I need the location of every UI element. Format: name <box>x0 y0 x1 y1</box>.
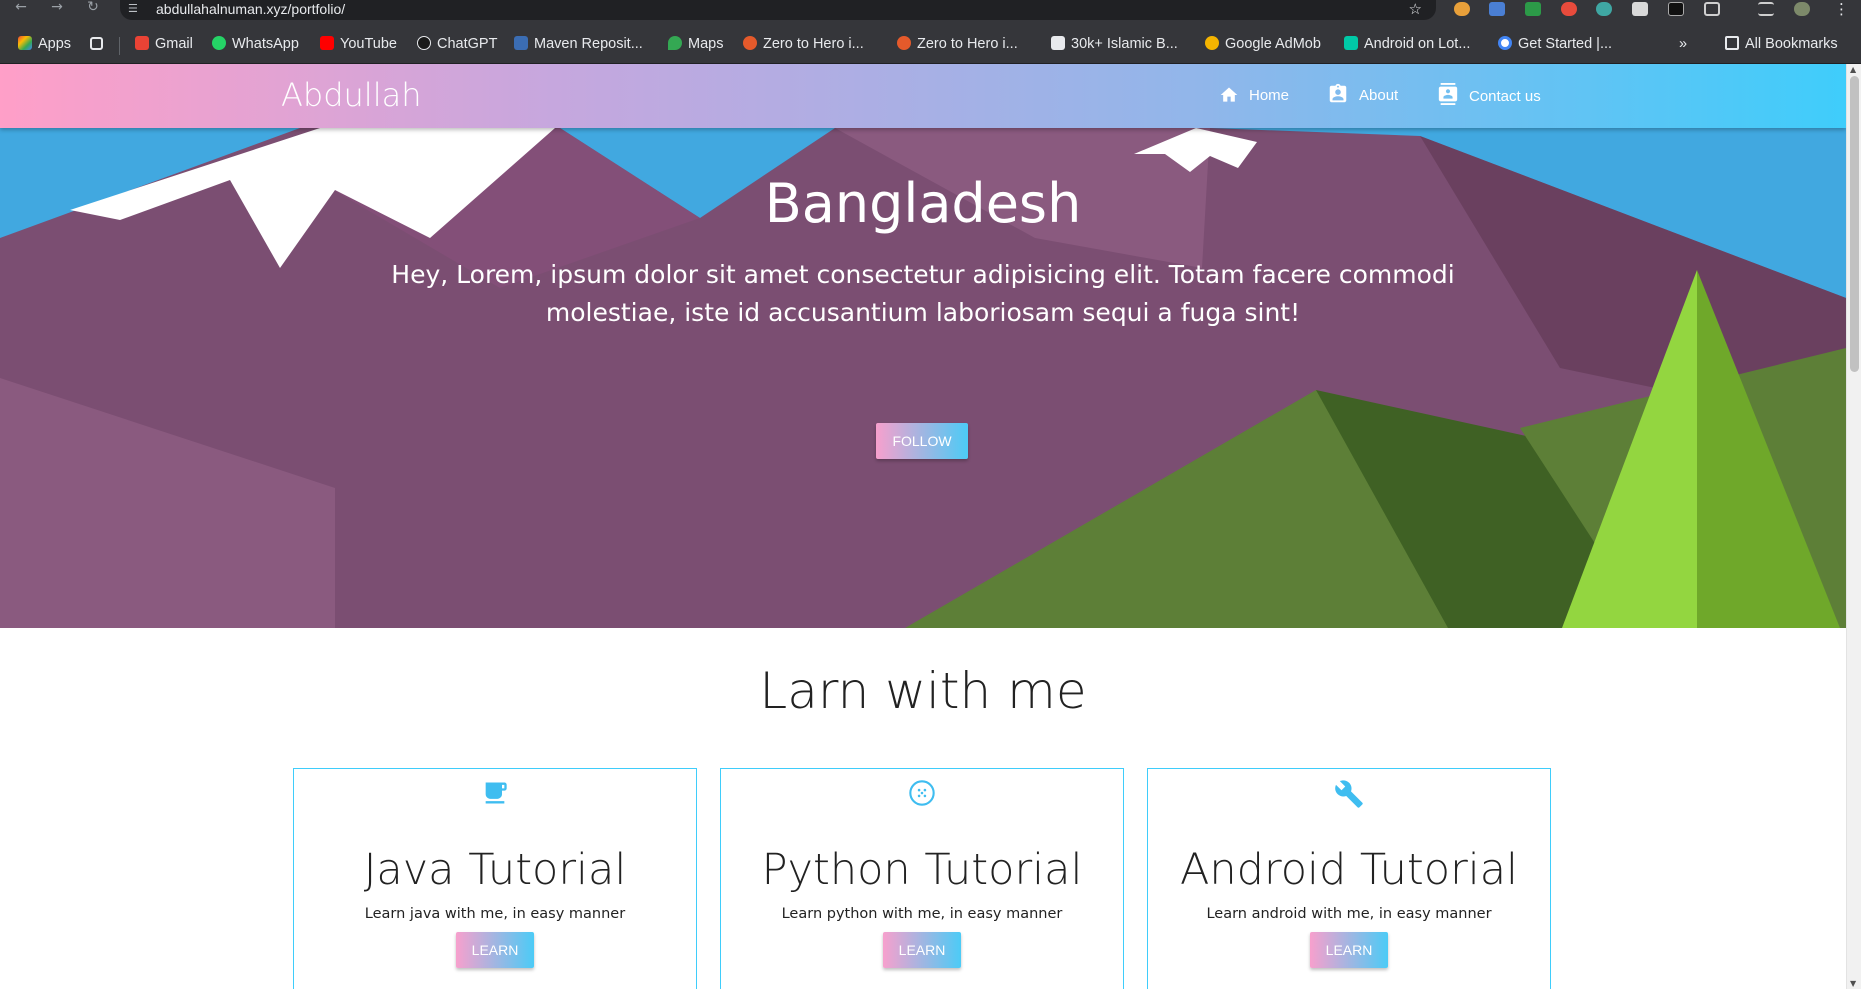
chatgpt-icon <box>417 36 431 50</box>
youtube-icon <box>320 36 334 50</box>
learn-java-button[interactable]: LEARN <box>456 932 534 968</box>
site-settings-icon[interactable]: ☰ <box>128 2 144 16</box>
bookmark-islamic-books[interactable]: 30k+ Islamic B... <box>1051 34 1178 54</box>
card-python: Python Tutorial Learn python with me, in… <box>720 768 1124 989</box>
follow-button[interactable]: FOLLOW <box>876 423 968 459</box>
bookmark-whatsapp[interactable]: WhatsApp <box>212 34 299 54</box>
bookmark-maps[interactable]: Maps <box>668 34 723 54</box>
wrench-icon <box>1148 779 1550 813</box>
forward-arrow-icon[interactable]: → <box>44 0 70 16</box>
bookmarks-divider <box>119 37 120 55</box>
maven-icon <box>514 36 528 50</box>
learn-python-button[interactable]: LEARN <box>883 932 961 968</box>
bookmark-youtube[interactable]: YouTube <box>320 34 397 54</box>
bookmark-android-lottie[interactable]: Android on Lot... <box>1344 34 1470 54</box>
extension-icon[interactable] <box>1668 2 1684 16</box>
reload-icon[interactable]: ↻ <box>80 0 106 16</box>
card-description: Learn java with me, in easy manner <box>364 906 626 922</box>
card-android: Android Tutorial Learn android with me, … <box>1147 768 1551 989</box>
learn-android-button[interactable]: LEARN <box>1310 932 1388 968</box>
reading-list-icon[interactable] <box>1758 2 1774 16</box>
scrollbar-thumb[interactable] <box>1850 76 1859 372</box>
nav-contact[interactable]: Contact us <box>1437 82 1541 110</box>
bookmark-zero-to-hero-1[interactable]: Zero to Hero i... <box>743 34 864 54</box>
bookmark-get-started[interactable]: Get Started |... <box>1498 34 1612 54</box>
bookmark-star-icon[interactable]: ☆ <box>1409 0 1422 18</box>
url-text[interactable]: abdullahalnuman.xyz/portfolio/ <box>156 1 345 17</box>
profile-avatar[interactable] <box>1794 2 1810 16</box>
card-title: Java Tutorial <box>363 845 627 895</box>
hero-section: Bangladesh Hey, Lorem, ipsum dolor sit a… <box>0 128 1846 628</box>
udemy-icon <box>743 36 757 50</box>
browser-toolbar: ← → ↻ ☰ abdullahalnuman.xyz/portfolio/ ☆… <box>0 0 1861 22</box>
back-arrow-icon[interactable]: ← <box>8 0 34 16</box>
address-bar[interactable]: ☰ abdullahalnuman.xyz/portfolio/ ☆ <box>120 0 1436 20</box>
whatsapp-icon <box>212 36 226 50</box>
admob-icon <box>1205 36 1219 50</box>
card-java: Java Tutorial Learn java with me, in eas… <box>293 768 697 989</box>
scroll-down-arrow-icon[interactable]: ▼ <box>1850 979 1856 988</box>
extension-icon[interactable] <box>1632 2 1648 16</box>
bookmark-gmail[interactable]: Gmail <box>135 34 193 54</box>
bookmarks-overflow-button[interactable]: » <box>1679 34 1687 54</box>
maps-icon <box>668 36 682 50</box>
google-icon <box>1498 36 1512 50</box>
card-title: Python Tutorial <box>761 845 1083 895</box>
all-bookmarks-button[interactable]: All Bookmarks <box>1725 34 1838 54</box>
card-description: Learn python with me, in easy manner <box>781 906 1063 922</box>
sheets-extension-icon[interactable] <box>1525 2 1541 16</box>
contact-icon <box>1438 83 1458 105</box>
brand-logo[interactable]: Abdullah <box>281 76 421 114</box>
translate-extension-icon[interactable] <box>1489 2 1505 16</box>
extension-icon[interactable] <box>1596 2 1612 16</box>
browser-menu-icon[interactable]: ⋮ <box>1834 0 1849 18</box>
extensions-puzzle-icon[interactable] <box>1704 2 1720 16</box>
bookmark-admob[interactable]: Google AdMob <box>1205 34 1321 54</box>
coffee-cup-icon <box>294 779 696 811</box>
bookmark-chatgpt[interactable]: ChatGPT <box>417 34 497 54</box>
bookmarks-bar: Apps Gmail WhatsApp YouTube ChatGPT Mave… <box>0 22 1861 64</box>
page-scrollbar[interactable]: ▲ ▼ <box>1846 64 1861 989</box>
udemy-icon <box>897 36 911 50</box>
scroll-up-arrow-icon[interactable]: ▲ <box>1850 65 1856 74</box>
pokeball-extension-icon[interactable] <box>1561 2 1577 16</box>
bookmark-zero-to-hero-2[interactable]: Zero to Hero i... <box>897 34 1018 54</box>
about-badge-icon <box>1329 83 1347 103</box>
hero-description: Hey, Lorem, ipsum dolor sit amet consect… <box>391 260 1455 327</box>
bookmark-maven[interactable]: Maven Reposit... <box>514 34 643 54</box>
apps-grid-icon <box>18 36 32 50</box>
bookmark-apps[interactable]: Apps <box>18 34 71 54</box>
extension-icon[interactable] <box>1454 2 1470 16</box>
section-title: Larn with me <box>759 662 1087 720</box>
lottie-icon <box>1344 36 1358 50</box>
book-icon <box>1051 36 1065 50</box>
card-description: Learn android with me, in easy manner <box>1206 906 1492 922</box>
tab-groups-icon[interactable] <box>90 34 109 54</box>
folder-icon <box>1725 36 1739 50</box>
hero-title: Bangladesh <box>764 172 1082 235</box>
nav-about[interactable]: About <box>1327 82 1398 110</box>
gmail-icon <box>135 36 149 50</box>
card-title: Android Tutorial <box>1180 845 1518 895</box>
site-navbar: Abdullah Home About Contact us <box>0 64 1846 128</box>
dots-circle-icon <box>721 779 1123 811</box>
nav-home[interactable]: Home <box>1219 82 1289 110</box>
home-icon <box>1220 87 1238 102</box>
web-page: Abdullah Home About Contact us Banglades… <box>0 64 1846 989</box>
